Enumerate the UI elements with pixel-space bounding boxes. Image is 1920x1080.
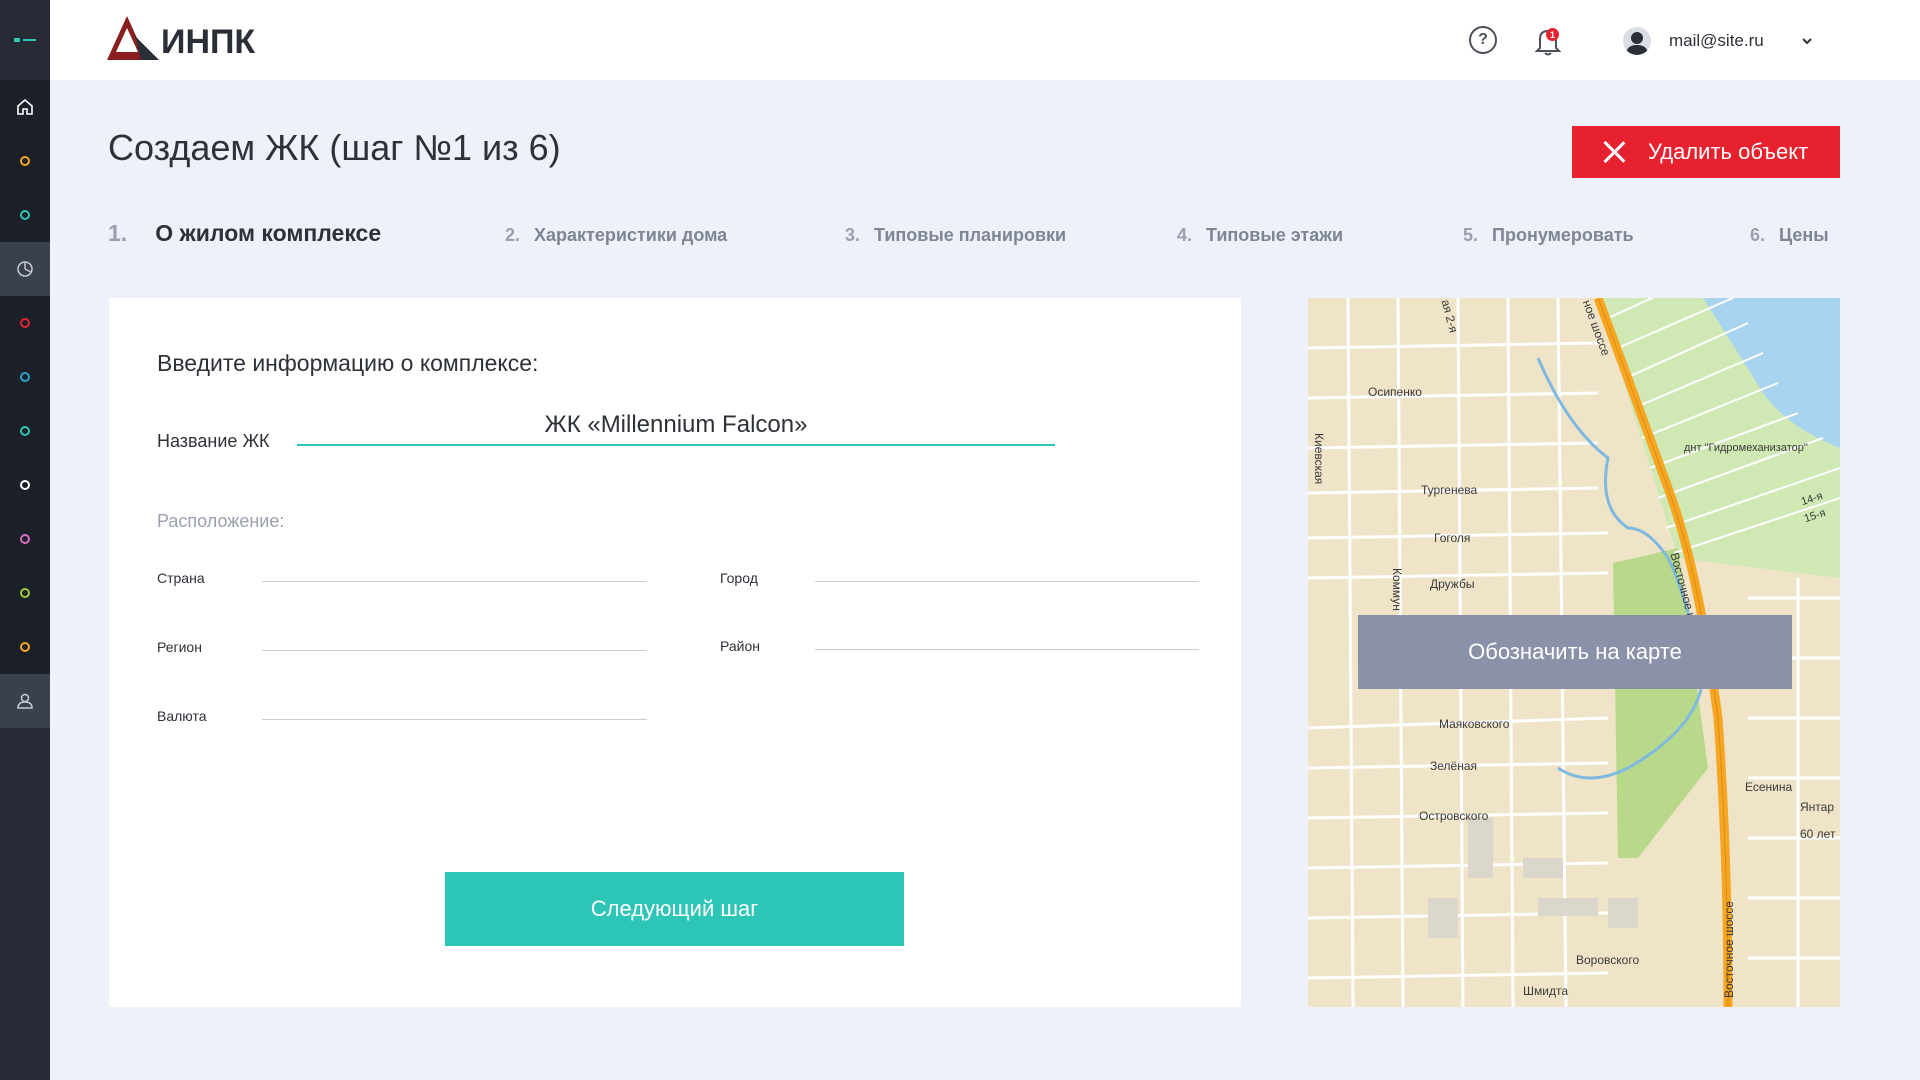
street-label: Киевская	[1312, 433, 1326, 485]
menu-icon	[14, 38, 36, 42]
dot-icon	[20, 156, 30, 166]
complex-name-input[interactable]	[297, 406, 1055, 446]
sidebar-item-profile[interactable]	[0, 674, 50, 728]
step-2[interactable]: 2. Характеристики дома	[505, 225, 727, 246]
step-label: Цены	[1779, 225, 1829, 245]
street-label: Восточное шоссе	[1722, 901, 1736, 998]
dot-icon	[20, 642, 30, 652]
dot-icon	[20, 318, 30, 328]
logo-mark-icon	[107, 16, 159, 60]
street-label: Есенина	[1745, 780, 1793, 794]
next-step-button[interactable]: Следующий шаг	[445, 872, 904, 946]
step-1[interactable]: 1. О жилом комплексе	[108, 220, 381, 247]
step-label: Типовые планировки	[874, 225, 1067, 245]
country-field[interactable]	[262, 556, 647, 582]
sidebar-item[interactable]	[0, 458, 50, 512]
dot-icon	[20, 426, 30, 436]
step-label: Характеристики дома	[534, 225, 728, 245]
sidebar-item-analytics[interactable]	[0, 242, 50, 296]
avatar-person-icon	[1626, 32, 1648, 55]
dot-icon	[20, 480, 30, 490]
step-number: 3.	[845, 225, 861, 245]
district-field[interactable]	[815, 624, 1199, 650]
step-4[interactable]: 4. Типовые этажи	[1177, 225, 1343, 246]
help-icon[interactable]: ?	[1469, 26, 1497, 54]
street-label: Зелёная	[1430, 759, 1477, 773]
dot-icon	[20, 534, 30, 544]
step-3[interactable]: 3. Типовые планировки	[845, 225, 1066, 246]
notification-badge: 1	[1546, 28, 1559, 41]
step-6[interactable]: 6. Цены	[1750, 225, 1829, 246]
step-number: 1.	[108, 220, 128, 246]
sidebar-item-home[interactable]	[0, 80, 50, 134]
step-number: 6.	[1750, 225, 1766, 245]
region-label: Регион	[157, 639, 202, 655]
logo-text: ИНПК	[161, 23, 256, 61]
step-label: Типовые этажи	[1206, 225, 1344, 245]
chevron-down-icon[interactable]	[1799, 33, 1815, 49]
street-label: Маяковского	[1439, 717, 1510, 731]
complex-info-form: Введите информацию о комплексе: Название…	[109, 298, 1241, 1007]
street-label: Гоголя	[1434, 531, 1471, 545]
dot-icon	[20, 210, 30, 220]
sidebar-group-1	[0, 134, 50, 242]
currency-label: Валюта	[157, 708, 207, 724]
dot-icon	[20, 372, 30, 382]
delete-object-label: Удалить объект	[1648, 139, 1809, 164]
dot-icon	[20, 588, 30, 598]
step-label: О жилом комплексе	[155, 220, 382, 246]
sidebar	[0, 0, 50, 1080]
region-field[interactable]	[262, 625, 647, 651]
user-email[interactable]: mail@site.ru	[1669, 31, 1764, 51]
sidebar-item[interactable]	[0, 134, 50, 188]
city-label: Город	[720, 570, 758, 586]
user-icon	[17, 693, 33, 709]
sidebar-item[interactable]	[0, 620, 50, 674]
name-label: Название ЖК	[157, 431, 270, 451]
step-number: 2.	[505, 225, 521, 245]
logo[interactable]: ИНПК	[107, 16, 255, 60]
street-label: Янтар	[1800, 800, 1835, 814]
avatar[interactable]	[1623, 27, 1651, 55]
sidebar-item[interactable]	[0, 404, 50, 458]
street-label: днт "Гидромеханизатор"	[1684, 442, 1808, 454]
sidebar-item[interactable]	[0, 188, 50, 242]
mark-on-map-button[interactable]: Обозначить на карте	[1358, 615, 1792, 689]
street-label: Шмидта	[1523, 984, 1568, 998]
sidebar-item[interactable]	[0, 512, 50, 566]
currency-field[interactable]	[262, 694, 647, 720]
sidebar-item[interactable]	[0, 566, 50, 620]
form-title: Введите информацию о комплексе:	[157, 350, 539, 376]
country-label: Страна	[157, 570, 205, 586]
step-number: 4.	[1177, 225, 1193, 245]
street-label: Осипенко	[1368, 385, 1422, 399]
street-label: Дружбы	[1430, 577, 1475, 591]
top-header: ИНПК ? 1 mail@site.ru	[50, 0, 1920, 80]
street-label: Коммун	[1390, 568, 1404, 611]
close-icon	[1602, 140, 1626, 164]
sidebar-group-2	[0, 296, 50, 674]
chart-icon	[17, 261, 33, 277]
street-label: Воровского	[1576, 953, 1640, 967]
location-label: Расположение:	[157, 511, 285, 531]
district-label: Район	[720, 638, 760, 654]
sidebar-item[interactable]	[0, 296, 50, 350]
city-field[interactable]	[815, 556, 1199, 582]
menu-toggle[interactable]	[0, 0, 50, 80]
street-label: Тургенева	[1421, 483, 1478, 497]
step-5[interactable]: 5. Пронумеровать	[1463, 225, 1634, 246]
page-title: Создаем ЖК (шаг №1 из 6)	[108, 127, 561, 168]
delete-object-button[interactable]: Удалить объект	[1572, 126, 1840, 178]
map[interactable]: Осипенко Тургенева Гоголя Дружбы Маяковс…	[1308, 298, 1840, 1007]
street-label: Островского	[1419, 809, 1489, 823]
sidebar-item[interactable]	[0, 350, 50, 404]
step-number: 5.	[1463, 225, 1479, 245]
street-label: 60 лет	[1800, 827, 1836, 841]
step-label: Пронумеровать	[1492, 225, 1634, 245]
home-icon	[17, 98, 33, 115]
